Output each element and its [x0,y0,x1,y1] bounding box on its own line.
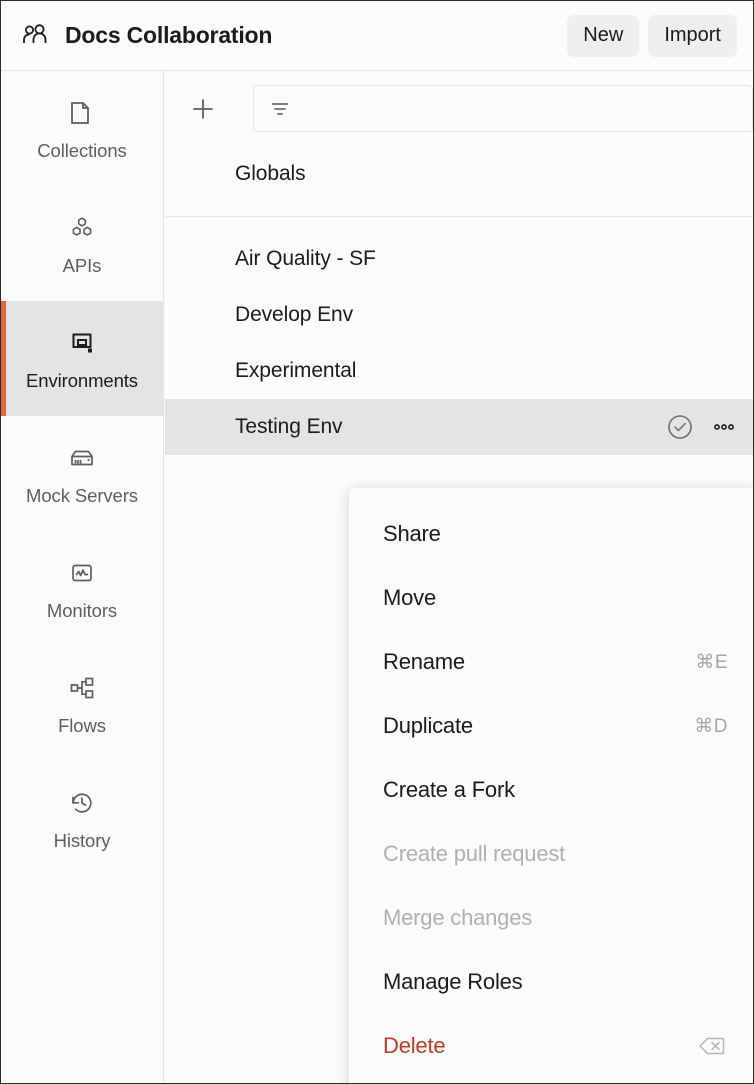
context-menu-item-create-pull-request: Create pull request [349,822,753,886]
context-menu: Share Move Rename ⌘E Duplicate ⌘D Create… [349,488,753,1083]
plus-icon[interactable] [186,92,220,126]
flows-icon [65,671,99,705]
collections-icon [65,96,99,130]
context-menu-item-label: Share [383,521,441,546]
context-menu-item-label: Delete [383,1033,446,1058]
environment-name: Testing Env [235,415,343,438]
environment-name: Globals [235,162,306,185]
page-title: Docs Collaboration [65,22,273,48]
sidebar-item-apis[interactable]: APIs [1,186,163,301]
environments-icon [65,326,99,360]
sidebar-item-mock-servers[interactable]: Mock Servers [1,416,163,531]
environment-row[interactable]: Develop Env [165,287,753,343]
sidebar-item-environments[interactable]: Environments [1,301,163,416]
check-circle-icon[interactable] [665,412,695,442]
context-menu-item-share[interactable]: Share [349,502,753,566]
backspace-key-icon [696,1034,728,1058]
sidebar-item-label: Flows [58,714,106,736]
context-menu-item-merge-changes: Merge changes [349,886,753,950]
sidebar-item-label: APIs [62,254,102,276]
context-menu-item-label: Create pull request [383,841,566,866]
context-menu-item-duplicate[interactable]: Duplicate ⌘D [349,694,753,758]
history-icon [65,786,99,820]
environment-row-selected[interactable]: Testing Env [165,399,753,455]
sidebar-item-label: Collections [37,139,127,161]
context-menu-item-label: Move [383,585,436,610]
context-menu-item-label: Rename [383,649,465,674]
context-menu-item-rename[interactable]: Rename ⌘E [349,630,753,694]
search-input[interactable] [253,85,753,132]
environment-row[interactable]: Air Quality - SF [165,231,753,287]
environment-row-globals[interactable]: Globals [165,146,753,202]
apis-icon [65,211,99,245]
context-menu-item-create-a-fork[interactable]: Create a Fork [349,758,753,822]
primary-sidebar: Collections APIs Environments Mock Serve… [1,71,164,1083]
environment-list: Globals Air Quality - SF Develop Env Exp… [165,146,753,455]
context-menu-item-label: Merge changes [383,905,533,930]
context-menu-item-move[interactable]: Move [349,566,753,630]
sidebar-item-history[interactable]: History [1,761,163,876]
list-divider [165,216,753,217]
shortcut-label: ⌘E [695,651,728,673]
sidebar-item-flows[interactable]: Flows [1,646,163,761]
import-button[interactable]: Import [648,14,737,57]
sidebar-item-monitors[interactable]: Monitors [1,531,163,646]
shortcut-label: ⌘D [694,715,728,737]
environment-row[interactable]: Experimental [165,343,753,399]
mock-servers-icon [65,441,99,475]
environment-name: Experimental [235,359,357,382]
more-horizontal-icon[interactable] [709,412,739,442]
environment-name: Air Quality - SF [235,247,376,270]
context-menu-item-label: Create a Fork [383,777,515,802]
row-actions [665,412,739,442]
app-window: Docs Collaboration New Import Collection… [0,0,754,1084]
context-menu-item-label: Duplicate [383,713,473,738]
monitors-icon [65,556,99,590]
context-menu-item-label: Manage Roles [383,969,523,994]
context-menu-item-delete[interactable]: Delete [349,1014,753,1078]
sidebar-item-label: Environments [26,369,138,391]
environment-name: Develop Env [235,303,353,326]
environments-toolbar [165,71,753,146]
people-icon [18,19,52,53]
sidebar-item-collections[interactable]: Collections [1,71,163,186]
new-button[interactable]: New [567,14,640,57]
context-menu-item-manage-roles[interactable]: Manage Roles [349,950,753,1014]
filter-icon [267,96,293,122]
sidebar-item-label: Mock Servers [26,484,138,506]
sidebar-item-label: Monitors [46,599,118,621]
workspace-header: Docs Collaboration New Import [1,1,753,71]
sidebar-item-label: History [53,829,111,851]
